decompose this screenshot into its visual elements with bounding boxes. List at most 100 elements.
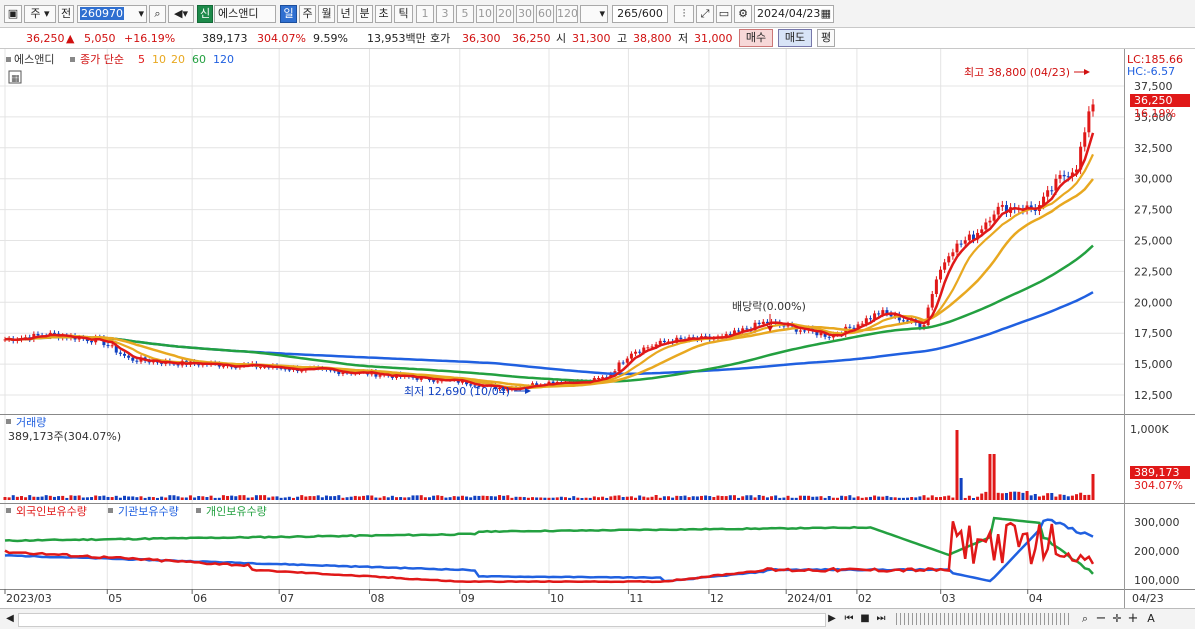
legend-indiv[interactable]: 개인보유수량: [206, 505, 267, 518]
custom-interval-select[interactable]: ▾: [580, 5, 608, 23]
candle-body: [745, 328, 749, 330]
window-menu-icon[interactable]: ▣: [4, 5, 22, 23]
period-year-button[interactable]: 년: [337, 5, 354, 23]
volume-bar: [205, 497, 209, 500]
draw-tool-icon[interactable]: ⤢: [696, 5, 714, 23]
search-icon[interactable]: ⌕: [149, 5, 166, 23]
candle-body: [110, 345, 114, 347]
interval-10-button[interactable]: 10: [476, 5, 494, 23]
volume-bar: [819, 496, 823, 500]
volume-bar: [642, 496, 646, 500]
volume-bar: [807, 495, 811, 500]
legend-stock-name[interactable]: 에스앤디: [14, 53, 54, 66]
zoom-in-icon[interactable]: +: [1126, 612, 1140, 626]
volume-bar: [901, 497, 905, 500]
text-tool-icon[interactable]: A: [1144, 612, 1158, 626]
period-second-button[interactable]: 초: [375, 5, 392, 23]
stock-code-value: 260970: [80, 7, 124, 20]
volume-bar: [724, 496, 728, 500]
search-icon[interactable]: ⌕: [1078, 612, 1092, 626]
volume-bar: [835, 497, 839, 500]
volume-bar: [588, 497, 592, 500]
interval-30-button[interactable]: 30: [516, 5, 534, 23]
chart-type-icon[interactable]: ⫶: [674, 5, 694, 23]
candle-body: [596, 377, 600, 379]
legend-ma-title[interactable]: 종가 단순: [80, 53, 124, 66]
scroll-right-icon[interactable]: ▶: [826, 612, 838, 626]
legend-foreign[interactable]: 외국인보유수량: [16, 505, 87, 518]
period-day-button[interactable]: 일: [280, 5, 297, 23]
stock-code-input[interactable]: 260970 ▾: [77, 5, 147, 23]
volume-bar: [221, 495, 225, 500]
candle-body: [1062, 174, 1066, 177]
period-week-button[interactable]: 주: [299, 5, 316, 23]
crosshair-icon[interactable]: ✛: [1110, 612, 1124, 626]
price-tag-value: 36,250: [1134, 94, 1173, 107]
volume-title[interactable]: 거래량: [16, 416, 46, 429]
price-tick-label: 27,500: [1134, 204, 1173, 217]
prev-button[interactable]: 전: [58, 5, 74, 23]
x-axis-label: 04: [1029, 592, 1043, 605]
volume-bar: [213, 497, 217, 500]
legend-ma10[interactable]: 10: [152, 53, 166, 66]
chart-area[interactable]: 에스앤디 종가 단순 5 10 20 60 120 ▦ 37,50035,000…: [0, 49, 1195, 608]
fast-forward-icon[interactable]: ⏭: [874, 612, 888, 626]
save-icon[interactable]: ▭: [716, 5, 732, 23]
interval-20-button[interactable]: 20: [496, 5, 514, 23]
volume-bar: [518, 496, 522, 500]
candle-body: [259, 366, 263, 368]
legend-ma60[interactable]: 60: [192, 53, 206, 66]
volume-bar: [976, 496, 980, 500]
stop-icon[interactable]: ■: [858, 612, 872, 626]
candle-body: [629, 353, 633, 359]
volume-bar: [234, 496, 238, 500]
sell-button[interactable]: 매도: [778, 29, 812, 47]
legend-ma20[interactable]: 20: [171, 53, 185, 66]
rewind-icon[interactable]: ⏮: [842, 612, 856, 626]
period-minute-button[interactable]: 분: [356, 5, 373, 23]
buy-button[interactable]: 매수: [739, 29, 773, 47]
period-tick-button[interactable]: 틱: [394, 5, 413, 23]
interval-3-button[interactable]: 3: [436, 5, 454, 23]
candle-body: [827, 336, 831, 338]
volume-bar: [333, 496, 337, 500]
legend-ma120[interactable]: 120: [213, 53, 234, 66]
volume-bar: [419, 495, 423, 500]
scroll-left-icon[interactable]: ◀: [4, 612, 16, 626]
chart-background: [0, 49, 1195, 608]
stock-name-field[interactable]: 에스앤디: [214, 5, 276, 23]
eval-button[interactable]: 평: [817, 29, 835, 47]
volume-bar: [238, 495, 242, 500]
volume-bar: [885, 495, 889, 500]
volume-bar: [1021, 492, 1025, 500]
price-tick-label: 15,000: [1134, 358, 1173, 371]
legend-ma5[interactable]: 5: [138, 53, 145, 66]
scroll-track[interactable]: [18, 613, 826, 627]
date-input[interactable]: 2024/04/23 ▦: [754, 5, 834, 23]
zoom-out-icon[interactable]: −: [1094, 612, 1108, 626]
interval-5-button[interactable]: 5: [456, 5, 474, 23]
volume-bar: [469, 497, 473, 500]
legend-inst[interactable]: 기관보유수량: [118, 505, 179, 518]
volume-bar: [353, 495, 357, 500]
period-month-button[interactable]: 월: [318, 5, 335, 23]
interval-120-button[interactable]: 120: [556, 5, 578, 23]
volume-bar: [683, 495, 687, 500]
gear-icon[interactable]: ⚙: [734, 5, 752, 23]
period-type-select[interactable]: 주 ▾: [24, 5, 56, 23]
bar-count-input[interactable]: 265/600: [612, 5, 668, 23]
volume-bar: [592, 496, 596, 500]
sound-icon[interactable]: ◀▾: [168, 5, 194, 23]
volume-bar: [382, 496, 386, 500]
volume-bar: [489, 496, 493, 500]
volume-bar: [160, 496, 164, 500]
interval-1-button[interactable]: 1: [416, 5, 434, 23]
zoom-slider[interactable]: [896, 613, 1072, 625]
volume-bar: [596, 497, 600, 500]
low-label: 저: [678, 32, 689, 45]
volume-bar: [279, 497, 283, 500]
volume-bar: [856, 496, 860, 500]
interval-60-button[interactable]: 60: [536, 5, 554, 23]
legend-ma-icon: [70, 57, 75, 62]
candle-body: [1083, 132, 1087, 147]
